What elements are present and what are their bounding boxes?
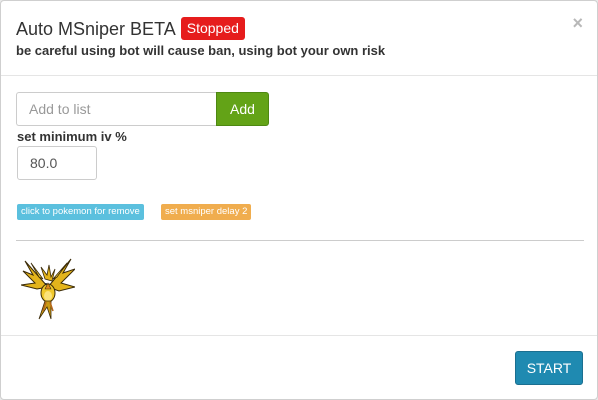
divider (16, 240, 584, 241)
modal-header: Auto MSniper BETA Stopped be careful usi… (1, 1, 597, 76)
delay-tag: set msniper delay 2 (161, 204, 252, 220)
add-button[interactable]: Add (216, 92, 269, 126)
zapdos-icon[interactable] (20, 257, 77, 321)
modal-title: Auto MSniper BETA (16, 18, 176, 39)
close-icon[interactable]: × (572, 13, 583, 33)
modal-footer (1, 335, 597, 336)
msniper-modal: Auto MSniper BETA Stopped be careful usi… (0, 0, 598, 400)
warning-text: be careful using bot will cause ban, usi… (16, 43, 386, 58)
min-iv-input[interactable] (17, 146, 97, 180)
start-button[interactable]: START (515, 351, 583, 385)
title-row: Auto MSniper BETA Stopped (16, 17, 245, 40)
status-badge: Stopped (180, 17, 245, 40)
remove-hint-tag: click to pokemon for remove (17, 204, 144, 220)
add-to-list-input[interactable] (16, 92, 217, 126)
min-iv-label: set minimum iv % (17, 129, 127, 144)
